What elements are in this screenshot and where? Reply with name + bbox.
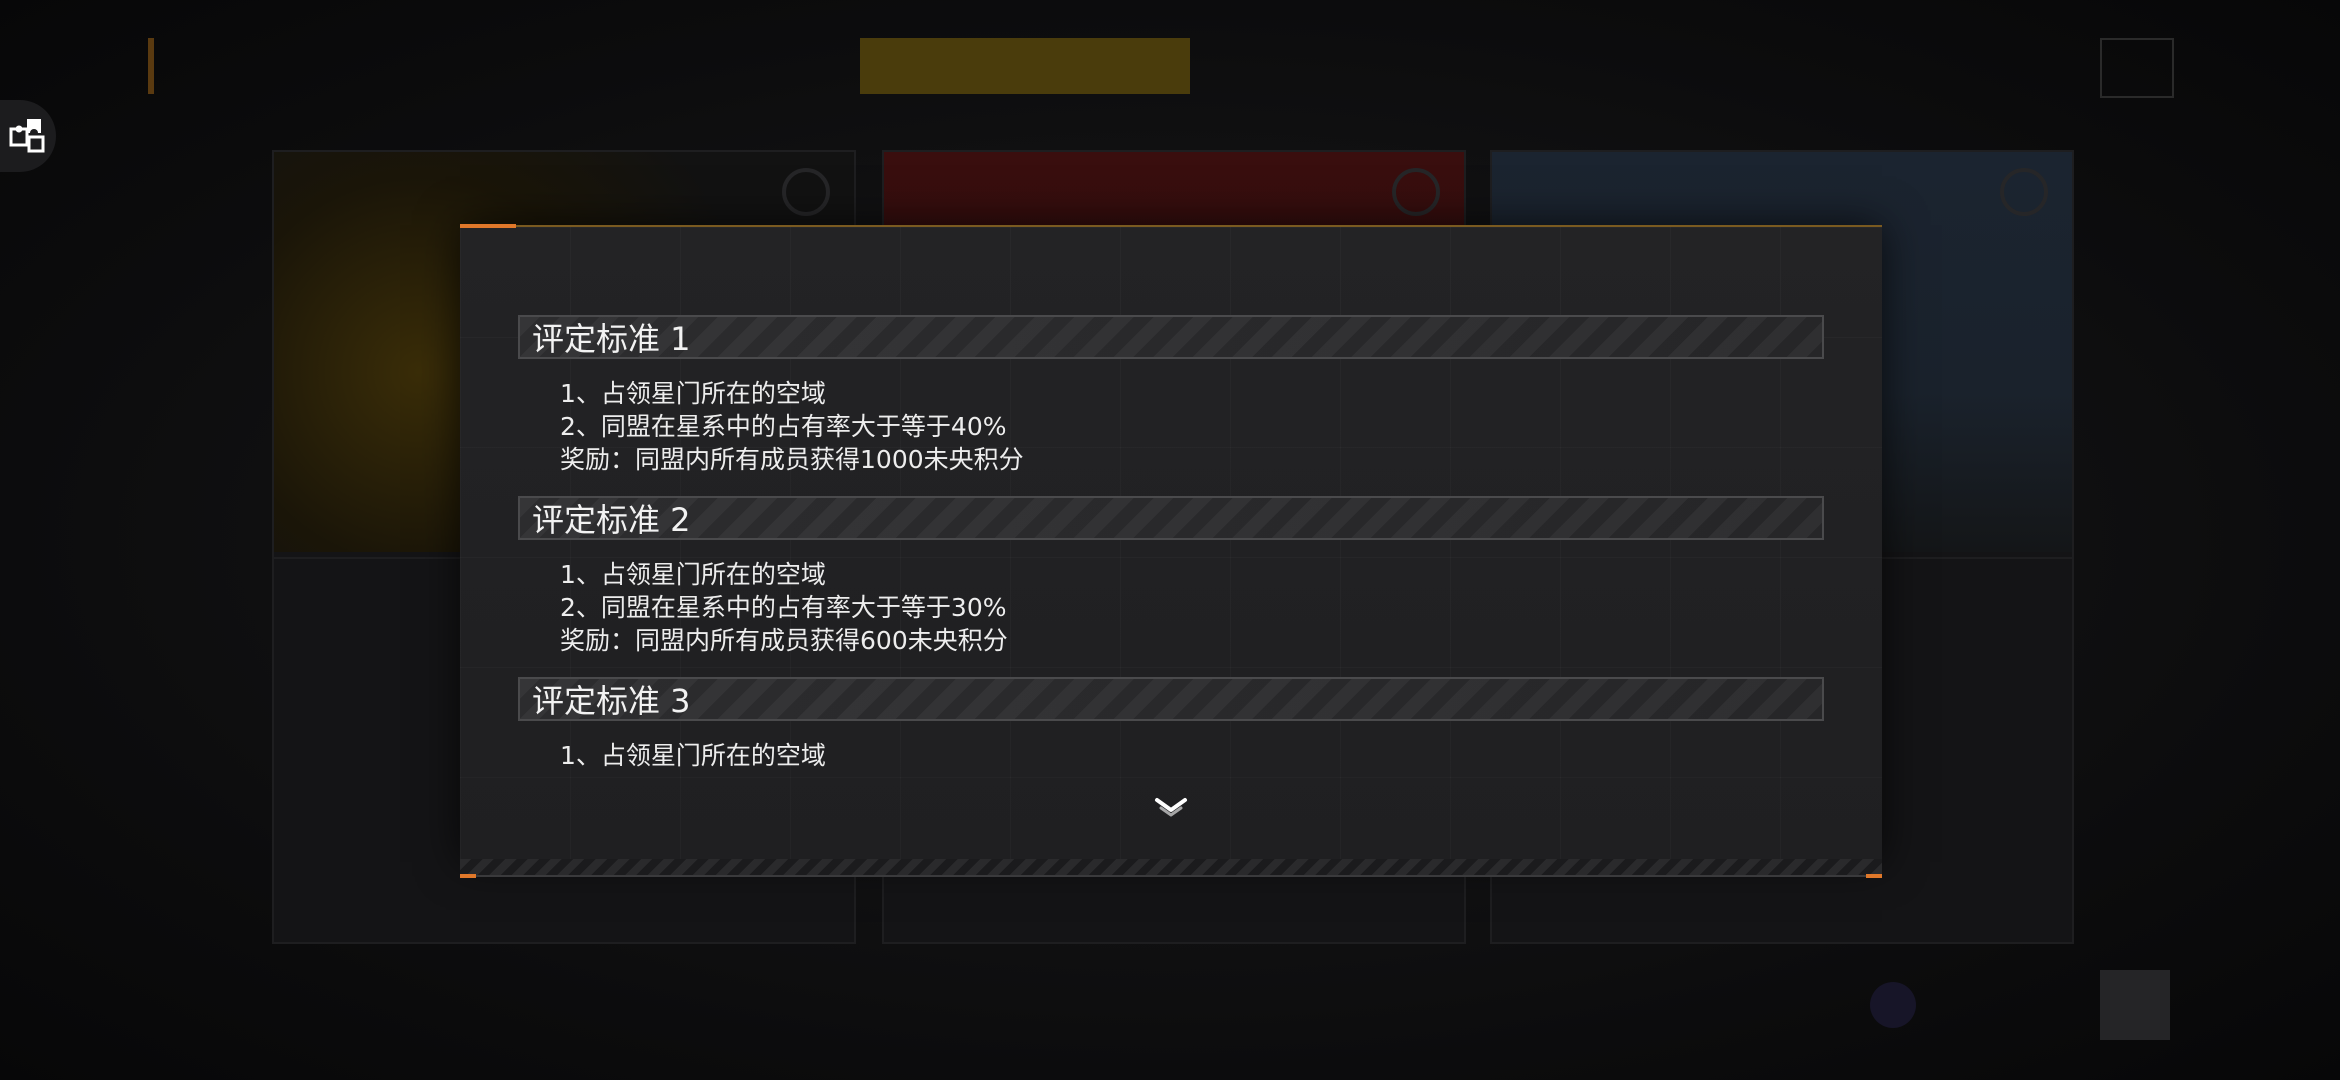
dialog-corner-accent [1866, 874, 1882, 878]
criteria-line: 1、占领星门所在的空域 [560, 379, 826, 408]
criteria-section-body: 1、占领星门所在的空域 [518, 721, 1824, 792]
criteria-scroll-area[interactable]: 评定标准 1 1、占领星门所在的空域 2、同盟在星系中的占有率大于等于40% 奖… [518, 315, 1824, 810]
dialog-corner-accent [460, 874, 476, 878]
background-square-button [2100, 970, 2170, 1040]
criteria-line: 2、同盟在星系中的占有率大于等于40% [560, 412, 1007, 441]
game-screen: 评定标准 1 1、占领星门所在的空域 2、同盟在星系中的占有率大于等于40% 奖… [0, 0, 2340, 1080]
dialog-top-accent [460, 224, 516, 228]
puzzle-icon [7, 113, 49, 159]
criteria-section-2: 评定标准 2 1、占领星门所在的空域 2、同盟在星系中的占有率大于等于30% 奖… [518, 496, 1824, 677]
criteria-section-title: 评定标准 1 [518, 315, 1824, 359]
criteria-reward-line: 奖励：同盟内所有成员获得600未央积分 [560, 626, 1008, 655]
criteria-dialog: 评定标准 1 1、占领星门所在的空域 2、同盟在星系中的占有率大于等于40% 奖… [460, 224, 1882, 878]
background-tab-1 [200, 38, 460, 94]
criteria-reward-line: 奖励：同盟内所有成员获得1000未央积分 [560, 445, 1024, 474]
background-gear-icon [2000, 168, 2048, 216]
background-tab-2 [500, 38, 700, 94]
criteria-line: 1、占领星门所在的空域 [560, 741, 826, 770]
background-top-bar [140, 30, 2190, 100]
background-gear-icon [1392, 168, 1440, 216]
background-gear-icon [782, 168, 830, 216]
dialog-bottom-hazard-strip [460, 859, 1882, 878]
criteria-section-1: 评定标准 1 1、占领星门所在的空域 2、同盟在星系中的占有率大于等于40% 奖… [518, 315, 1824, 496]
criteria-line: 1、占领星门所在的空域 [560, 560, 826, 589]
criteria-section-body: 1、占领星门所在的空域 2、同盟在星系中的占有率大于等于40% 奖励：同盟内所有… [518, 359, 1824, 496]
background-close-icon [2100, 38, 2174, 98]
background-orb-icon [1870, 982, 1916, 1028]
chevron-down-icon[interactable] [1151, 792, 1191, 822]
criteria-section-3: 评定标准 3 1、占领星门所在的空域 [518, 677, 1824, 792]
criteria-section-title: 评定标准 2 [518, 496, 1824, 540]
background-tab-3 [860, 38, 1190, 94]
criteria-line: 2、同盟在星系中的占有率大于等于30% [560, 593, 1007, 622]
background-bottom-controls [1870, 970, 2170, 1040]
criteria-section-body: 1、占领星门所在的空域 2、同盟在星系中的占有率大于等于30% 奖励：同盟内所有… [518, 540, 1824, 677]
criteria-section-title: 评定标准 3 [518, 677, 1824, 721]
background-tab-accent [148, 38, 154, 94]
background-exit-icon [2000, 38, 2070, 94]
